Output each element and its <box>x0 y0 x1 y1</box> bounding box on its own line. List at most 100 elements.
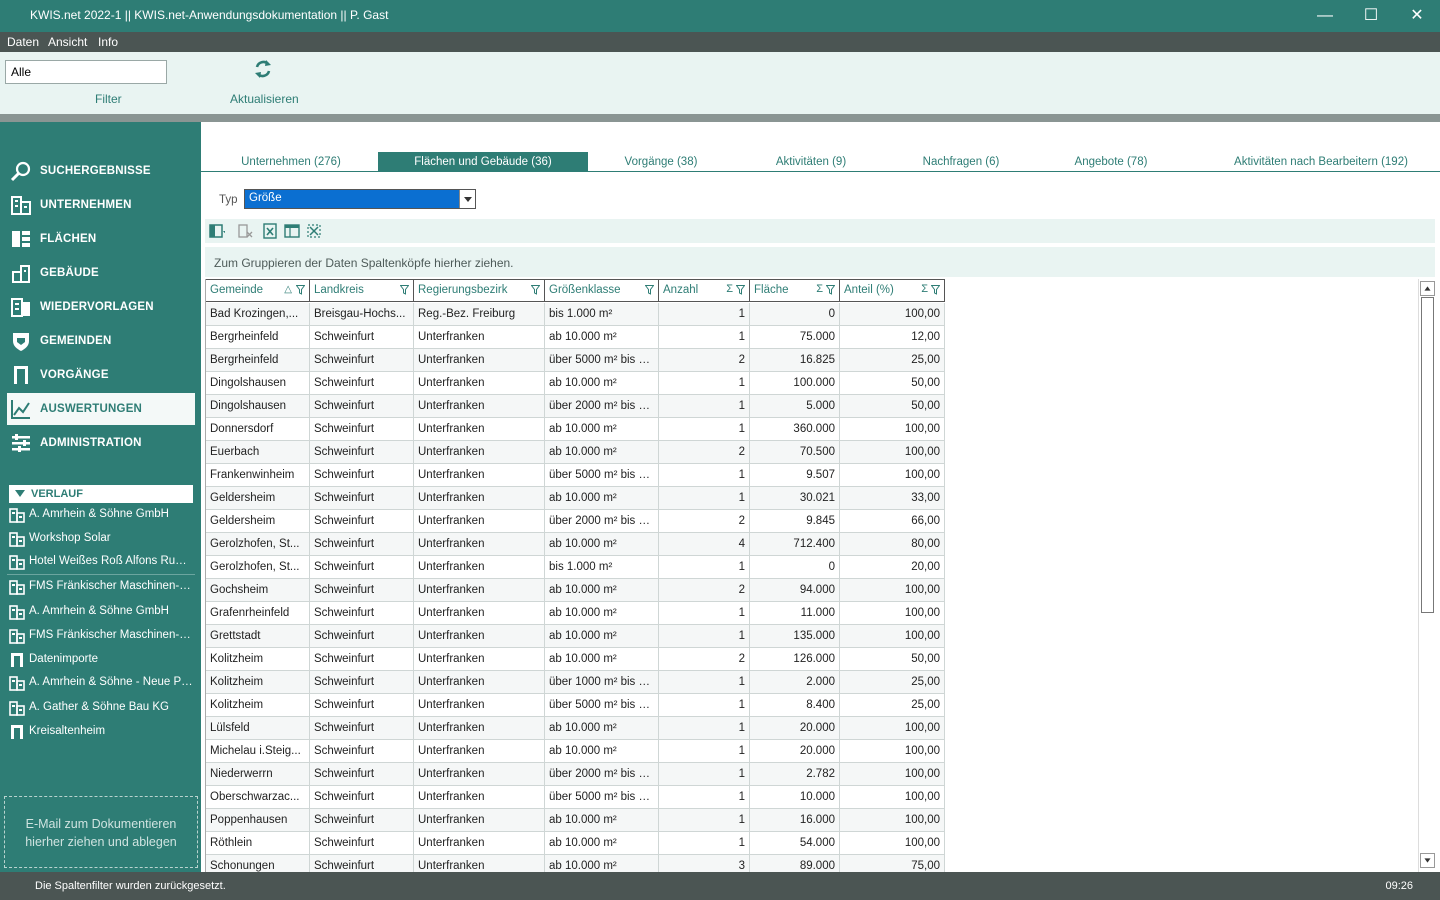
cell-anteil[interactable]: 66,00 <box>840 510 945 533</box>
cell-landkreis[interactable]: Schweinfurt <box>310 832 414 855</box>
cell-groessenklasse[interactable]: über 5000 m² bis 1... <box>545 349 659 372</box>
cell-groessenklasse[interactable]: über 2000 m² bis 5... <box>545 763 659 786</box>
table-row[interactable]: Grettstadt Schweinfurt Unterfranken ab 10.0… <box>206 625 945 648</box>
cell-landkreis[interactable]: Schweinfurt <box>310 809 414 832</box>
cell-gemeinde[interactable]: Bad Krozingen,... <box>206 303 310 326</box>
table-row[interactable]: Oberschwarzac... Schweinfurt Unterfranken ü… <box>206 786 945 809</box>
cell-groessenklasse[interactable]: ab 10.000 m² <box>545 717 659 740</box>
history-item[interactable]: FMS Fränkischer Maschinen- und <box>7 625 195 647</box>
cell-gemeinde[interactable]: Poppenhausen <box>206 809 310 832</box>
nav-flaechen[interactable]: FLÄCHEN <box>7 223 195 255</box>
cell-groessenklasse[interactable]: über 5000 m² bis 1... <box>545 786 659 809</box>
table-row[interactable]: Grafenrheinfeld Schweinfurt Unterfranken ab… <box>206 602 945 625</box>
refresh-button[interactable]: Aktualisieren <box>230 92 299 106</box>
table-row[interactable]: Kolitzheim Schweinfurt Unterfranken über 50… <box>206 694 945 717</box>
table-row[interactable]: Dingolshausen Schweinfurt Unterfranken ab 1… <box>206 372 945 395</box>
scroll-up-arrow-icon[interactable] <box>1420 281 1435 296</box>
cell-flaeche[interactable]: 0 <box>750 556 840 579</box>
cell-anteil[interactable]: 33,00 <box>840 487 945 510</box>
nav-unternehmen[interactable]: UNTERNEHMEN <box>7 189 195 221</box>
cell-anteil[interactable]: 20,00 <box>840 556 945 579</box>
cell-flaeche[interactable]: 5.000 <box>750 395 840 418</box>
tab-vorgaenge[interactable]: Vorgänge (38) <box>611 152 711 172</box>
cell-gemeinde[interactable]: Donnersdorf <box>206 418 310 441</box>
cell-flaeche[interactable]: 94.000 <box>750 579 840 602</box>
cell-anzahl[interactable]: 1 <box>659 418 750 441</box>
cell-groessenklasse[interactable]: ab 10.000 m² <box>545 418 659 441</box>
cell-regierungsbezirk[interactable]: Unterfranken <box>414 464 545 487</box>
table-row[interactable]: Gerolzhofen, St... Schweinfurt Unterfranke… <box>206 533 945 556</box>
cell-gemeinde[interactable]: Schonungen <box>206 855 310 872</box>
cell-landkreis[interactable]: Schweinfurt <box>310 326 414 349</box>
cell-groessenklasse[interactable]: ab 10.000 m² <box>545 533 659 556</box>
cell-flaeche[interactable]: 20.000 <box>750 740 840 763</box>
table-row[interactable]: Dingolshausen Schweinfurt Unterfranken über… <box>206 395 945 418</box>
cell-groessenklasse[interactable]: über 2000 m² bis 5... <box>545 510 659 533</box>
cell-anzahl[interactable]: 1 <box>659 671 750 694</box>
table-row[interactable]: Gerolzhofen, St... Schweinfurt Unterfranke… <box>206 556 945 579</box>
tab-aktivitaeten-bearbeiter[interactable]: Aktivitäten nach Bearbeitern (192) <box>1221 152 1421 172</box>
table-row[interactable]: Gochsheim Schweinfurt Unterfranken ab 10.00… <box>206 579 945 602</box>
cell-gemeinde[interactable]: Kolitzheim <box>206 694 310 717</box>
cell-regierungsbezirk[interactable]: Unterfranken <box>414 832 545 855</box>
cell-landkreis[interactable]: Schweinfurt <box>310 418 414 441</box>
sort-ascending-icon[interactable]: △ <box>284 284 292 295</box>
email-dropzone[interactable]: E-Mail zum Dokumentieren hierher ziehen … <box>4 796 198 868</box>
table-row[interactable]: Lülsfeld Schweinfurt Unterfranken ab 10.000… <box>206 717 945 740</box>
cell-flaeche[interactable]: 9.845 <box>750 510 840 533</box>
cell-flaeche[interactable]: 16.000 <box>750 809 840 832</box>
cell-anteil[interactable]: 100,00 <box>840 579 945 602</box>
cell-groessenklasse[interactable]: ab 10.000 m² <box>545 441 659 464</box>
tab-aktivitaeten[interactable]: Aktivitäten (9) <box>761 152 861 172</box>
cell-regierungsbezirk[interactable]: Unterfranken <box>414 602 545 625</box>
cell-landkreis[interactable]: Schweinfurt <box>310 763 414 786</box>
cell-anteil[interactable]: 100,00 <box>840 832 945 855</box>
cell-regierungsbezirk[interactable]: Unterfranken <box>414 740 545 763</box>
tab-nachfragen[interactable]: Nachfragen (6) <box>911 152 1011 172</box>
cell-anzahl[interactable]: 1 <box>659 372 750 395</box>
cell-gemeinde[interactable]: Röthlein <box>206 832 310 855</box>
cell-landkreis[interactable]: Schweinfurt <box>310 740 414 763</box>
cell-regierungsbezirk[interactable]: Unterfranken <box>414 786 545 809</box>
sum-icon[interactable]: Σ <box>726 283 733 295</box>
cell-flaeche[interactable]: 0 <box>750 303 840 326</box>
cell-groessenklasse[interactable]: ab 10.000 m² <box>545 832 659 855</box>
cell-flaeche[interactable]: 2.000 <box>750 671 840 694</box>
nav-administration[interactable]: ADMINISTRATION <box>7 427 195 459</box>
cell-landkreis[interactable]: Schweinfurt <box>310 487 414 510</box>
cell-landkreis[interactable]: Schweinfurt <box>310 349 414 372</box>
cell-groessenklasse[interactable]: ab 10.000 m² <box>545 487 659 510</box>
history-item[interactable]: FMS Fränkischer Maschinen- und <box>7 576 195 598</box>
cell-flaeche[interactable]: 89.000 <box>750 855 840 872</box>
cell-flaeche[interactable]: 30.021 <box>750 487 840 510</box>
cell-landkreis[interactable]: Schweinfurt <box>310 671 414 694</box>
cell-flaeche[interactable]: 8.400 <box>750 694 840 717</box>
cell-anzahl[interactable]: 2 <box>659 441 750 464</box>
cell-anzahl[interactable]: 1 <box>659 809 750 832</box>
table-row[interactable]: Bergrheinfeld Schweinfurt Unterfranken über… <box>206 349 945 372</box>
cell-groessenklasse[interactable]: über 5000 m² bis 1... <box>545 464 659 487</box>
column-header-landkreis[interactable]: Landkreis <box>310 280 414 302</box>
cell-regierungsbezirk[interactable]: Unterfranken <box>414 809 545 832</box>
cell-flaeche[interactable]: 9.507 <box>750 464 840 487</box>
cell-anzahl[interactable]: 1 <box>659 487 750 510</box>
cell-regierungsbezirk[interactable]: Reg.-Bez. Freiburg <box>414 303 545 326</box>
cell-gemeinde[interactable]: Gochsheim <box>206 579 310 602</box>
nav-gebaeude[interactable]: GEBÄUDE <box>7 257 195 289</box>
cell-landkreis[interactable]: Breisgau-Hochs... <box>310 303 414 326</box>
cell-gemeinde[interactable]: Gerolzhofen, St... <box>206 556 310 579</box>
fit-columns-icon[interactable] <box>306 223 322 239</box>
cell-flaeche[interactable]: 712.400 <box>750 533 840 556</box>
cell-anzahl[interactable]: 2 <box>659 349 750 372</box>
cell-anzahl[interactable]: 1 <box>659 303 750 326</box>
cell-groessenklasse[interactable]: ab 10.000 m² <box>545 648 659 671</box>
cell-landkreis[interactable]: Schweinfurt <box>310 441 414 464</box>
filter-icon[interactable] <box>931 285 940 295</box>
cell-landkreis[interactable]: Schweinfurt <box>310 694 414 717</box>
column-header-gemeinde[interactable]: Gemeinde △ <box>206 280 310 302</box>
cell-gemeinde[interactable]: Lülsfeld <box>206 717 310 740</box>
cell-flaeche[interactable]: 10.000 <box>750 786 840 809</box>
column-chooser-icon[interactable] <box>209 223 225 239</box>
typ-select[interactable]: Größe <box>244 189 476 209</box>
cell-anteil[interactable]: 100,00 <box>840 625 945 648</box>
